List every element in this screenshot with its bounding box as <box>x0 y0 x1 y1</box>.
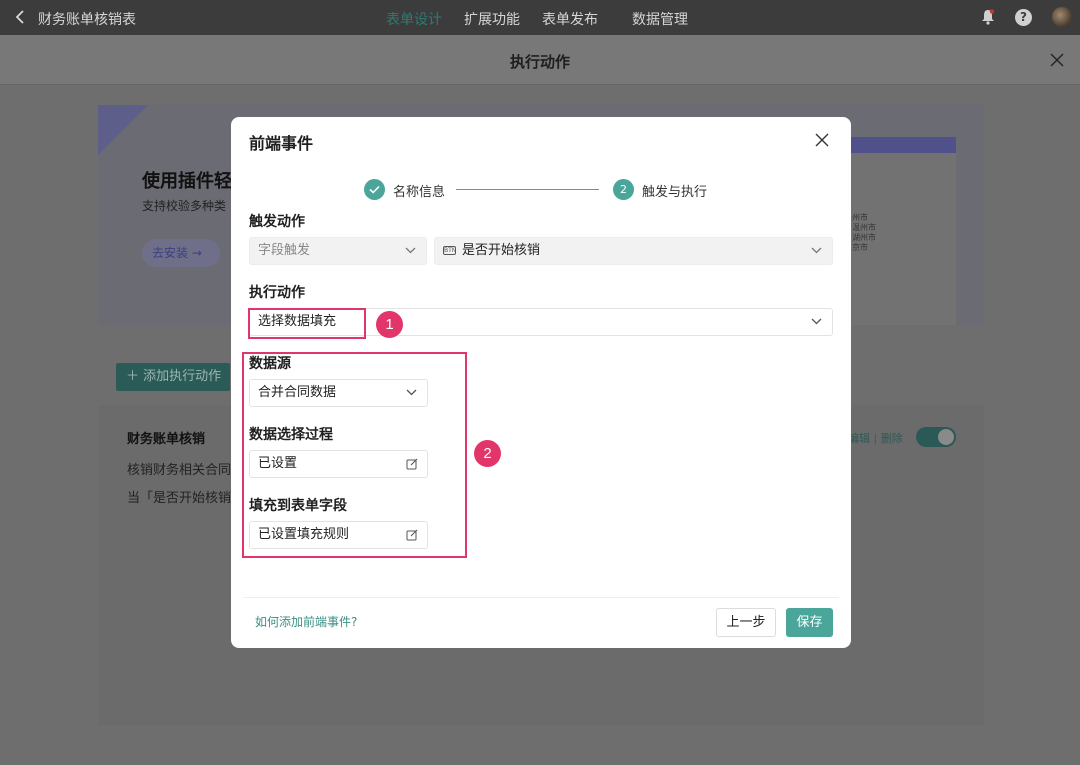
callout-badge-2: 2 <box>474 440 501 467</box>
preview-line: 温州市 <box>852 223 876 232</box>
edit-link[interactable]: 编辑 <box>848 432 870 445</box>
nav-data-management[interactable]: 数据管理 <box>632 9 688 29</box>
bell-icon[interactable] <box>981 9 995 25</box>
page-title: 执行动作 <box>509 53 570 71</box>
chevron-down-icon <box>811 247 822 254</box>
stepper: 名称信息 2 触发与执行 <box>364 179 724 201</box>
banner-subtext: 支持校验多种类 <box>142 199 227 213</box>
highlight-box-1 <box>248 308 366 339</box>
nav-extensions[interactable]: 扩展功能 <box>464 9 520 29</box>
add-action-button[interactable]: ＋ 添加执行动作 <box>116 363 230 391</box>
highlight-box-2 <box>242 352 467 558</box>
trigger-type-select[interactable]: 字段触发 <box>249 237 427 265</box>
footer-divider <box>243 597 839 598</box>
enable-toggle[interactable] <box>916 427 956 447</box>
help-link[interactable]: 如何添加前端事件? <box>255 613 357 630</box>
nav-form-design[interactable]: 表单设计 <box>386 9 442 29</box>
step-2-label: 触发与执行 <box>642 185 708 200</box>
top-right-icons: ? <box>981 7 1072 27</box>
callout-badge-1: 1 <box>376 311 403 338</box>
chevron-down-icon <box>811 318 822 325</box>
trigger-type-value: 字段触发 <box>258 243 311 258</box>
help-icon[interactable]: ? <box>1015 8 1032 26</box>
trigger-section-label: 触发动作 <box>249 214 305 230</box>
banner-preview: 州市 温州市 湖州市 京市 <box>850 137 956 325</box>
page-header: 执行动作 <box>0 35 1080 85</box>
trigger-field-value: 是否开始核销 <box>462 243 541 258</box>
card-actions: 编辑 | 删除 <box>848 432 903 445</box>
action-name: 财务账单核销 <box>127 432 206 447</box>
close-icon[interactable] <box>1050 53 1064 67</box>
trigger-field-select[interactable]: BTN 是否开始核销 <box>434 237 833 265</box>
install-button[interactable]: 去安装 → <box>142 239 220 267</box>
action-rule: 当「是否开始核销」 <box>127 491 245 506</box>
back-arrow-icon[interactable] <box>12 8 30 26</box>
step-1-label: 名称信息 <box>393 185 446 200</box>
app-title: 财务账单核销表 <box>38 12 136 28</box>
top-bar: 财务账单核销表 表单设计 扩展功能 表单发布 数据管理 ? <box>0 0 1080 35</box>
frontend-event-modal: 前端事件 名称信息 2 触发与执行 触发动作 字段触发 BTN 是否开始核销 执行… <box>231 117 851 648</box>
save-button[interactable]: 保存 <box>786 608 833 637</box>
modal-title: 前端事件 <box>249 134 314 153</box>
delete-link[interactable]: 删除 <box>881 432 903 445</box>
banner-heading: 使用插件轻 <box>142 171 232 192</box>
check-icon <box>364 179 385 200</box>
preview-line: 湖州市 <box>852 233 876 242</box>
chevron-down-icon <box>405 247 416 254</box>
close-icon[interactable] <box>815 133 829 147</box>
banner-decoration <box>98 105 148 155</box>
action-section-label: 执行动作 <box>249 285 305 301</box>
step-2-number: 2 <box>613 179 634 200</box>
avatar[interactable] <box>1052 7 1072 27</box>
prev-step-button[interactable]: 上一步 <box>716 608 776 637</box>
step-connector <box>456 189 599 190</box>
preview-line: 州市 <box>852 213 868 222</box>
button-field-icon: BTN <box>443 246 457 255</box>
action-desc: 核销财务相关合同 <box>127 463 232 478</box>
preview-line: 京市 <box>852 243 868 252</box>
nav-form-publish[interactable]: 表单发布 <box>542 9 598 29</box>
top-nav: 表单设计 扩展功能 表单发布 数据管理 <box>386 9 688 29</box>
